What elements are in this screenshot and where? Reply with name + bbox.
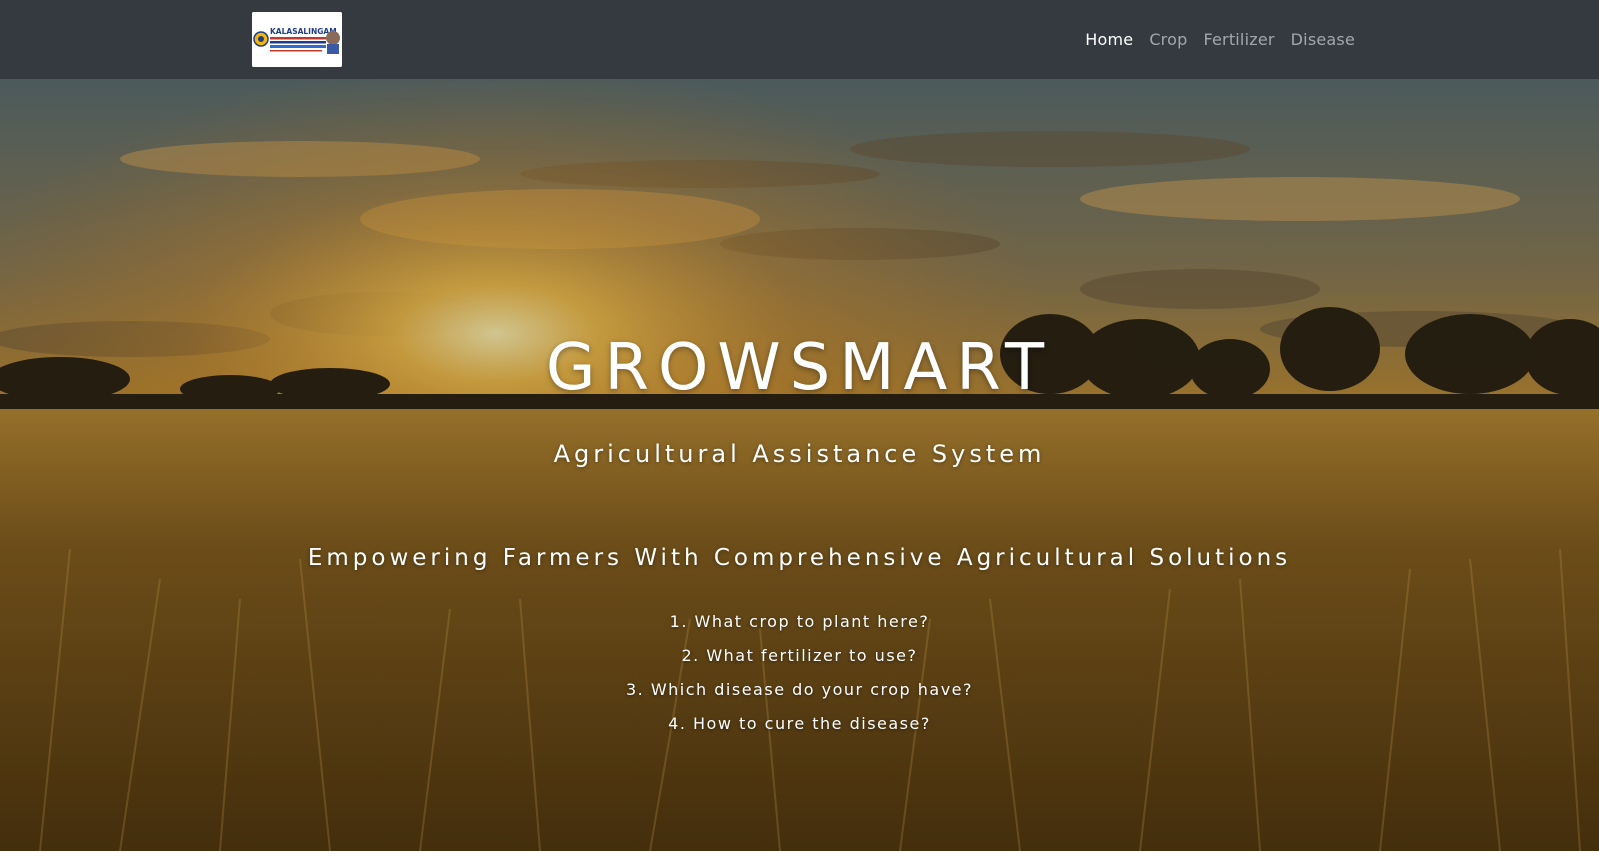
list-item: 4. How to cure the disease? bbox=[668, 714, 931, 733]
hero-tagline: Empowering Farmers With Comprehensive Ag… bbox=[307, 545, 1292, 571]
university-logo[interactable]: KALASALINGAM bbox=[252, 12, 342, 67]
nav-home[interactable]: Home bbox=[1085, 30, 1133, 49]
nav-disease[interactable]: Disease bbox=[1291, 30, 1355, 49]
nav-crop[interactable]: Crop bbox=[1149, 30, 1187, 49]
nav-fertilizer[interactable]: Fertilizer bbox=[1203, 30, 1274, 49]
list-item: 1. What crop to plant here? bbox=[669, 612, 930, 631]
list-item: 3. Which disease do your crop have? bbox=[625, 680, 974, 699]
question-list: 1. What crop to plant here? 2. What fert… bbox=[0, 605, 1599, 741]
list-item: 2. What fertilizer to use? bbox=[681, 646, 918, 665]
nav-links: Home Crop Fertilizer Disease bbox=[1085, 0, 1355, 79]
logo-text: KALASALINGAM bbox=[270, 27, 337, 36]
site-title: GROWSMART bbox=[545, 331, 1054, 405]
hero-section: GROWSMART Agricultural Assistance System… bbox=[0, 79, 1599, 851]
navbar: KALASALINGAM Home Crop Fertilizer Diseas… bbox=[0, 0, 1599, 79]
site-subtitle: Agricultural Assistance System bbox=[553, 440, 1046, 468]
hero-content: GROWSMART Agricultural Assistance System… bbox=[0, 79, 1599, 851]
